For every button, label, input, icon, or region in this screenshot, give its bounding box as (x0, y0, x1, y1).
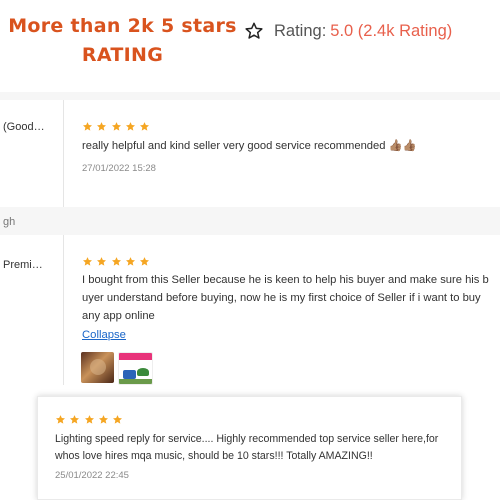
star-icon (84, 415, 94, 424)
strip-text: gh (3, 216, 16, 228)
review-text-3: Lighting speed reply for service.... Hig… (55, 431, 455, 465)
product-name-1: (Good… (3, 121, 45, 133)
column-divider (63, 235, 64, 385)
star-rating (82, 256, 150, 267)
star-rating (55, 414, 123, 425)
review-date-3: 25/01/2022 22:45 (55, 470, 129, 481)
review-text-2-line: I bought from this Seller because he is … (82, 274, 489, 286)
star-icon (140, 122, 150, 131)
rating-label: Rating: (274, 21, 327, 40)
star-icon (125, 122, 135, 131)
star-icon (97, 257, 107, 266)
panel-mid-strip (0, 207, 500, 235)
star-outline-icon (245, 22, 263, 39)
headline-line-1: More than 2k 5 stars (8, 15, 237, 37)
panel-top-strip (0, 92, 500, 100)
star-icon (83, 257, 92, 266)
column-divider (63, 100, 64, 207)
review-date-1: 27/01/2022 15:28 (82, 163, 156, 174)
headline-line-2: rating (81, 44, 164, 66)
promo-headline: More than 2k 5 stars rating (0, 12, 245, 70)
review-text-2-line: uyer understand before buying, now he is… (82, 292, 481, 304)
star-icon (98, 415, 108, 424)
collapse-link[interactable]: Collapse (82, 329, 126, 341)
product-name-2: Premi… (3, 259, 43, 271)
star-icon (125, 257, 135, 266)
photo-thumbnail-icon[interactable] (81, 352, 114, 383)
tractor-image-thumbnail-icon[interactable] (118, 352, 153, 385)
star-icon (111, 257, 121, 266)
star-icon (111, 122, 121, 131)
star-icon (97, 122, 107, 131)
star-icon (140, 257, 150, 266)
star-rating (82, 121, 150, 132)
rating-value: 5.0 (2.4k Rating) (330, 21, 453, 40)
star-icon (113, 415, 123, 424)
rating-summary: Rating: 5.0 (2.4k Rating) (244, 21, 452, 41)
review-text-1: really helpful and kind seller very good… (82, 140, 417, 152)
review-text-2: I bought from this Seller because he is … (82, 271, 496, 325)
review-text-3-line: Lighting speed reply for service.... Hig… (55, 433, 439, 445)
star-icon (83, 122, 92, 131)
star-icon (56, 415, 65, 424)
review-text-3-line: whos love hires mqa music, should be 10 … (55, 450, 373, 462)
review-text-2-line: any app online (82, 310, 155, 322)
star-icon (70, 415, 80, 424)
